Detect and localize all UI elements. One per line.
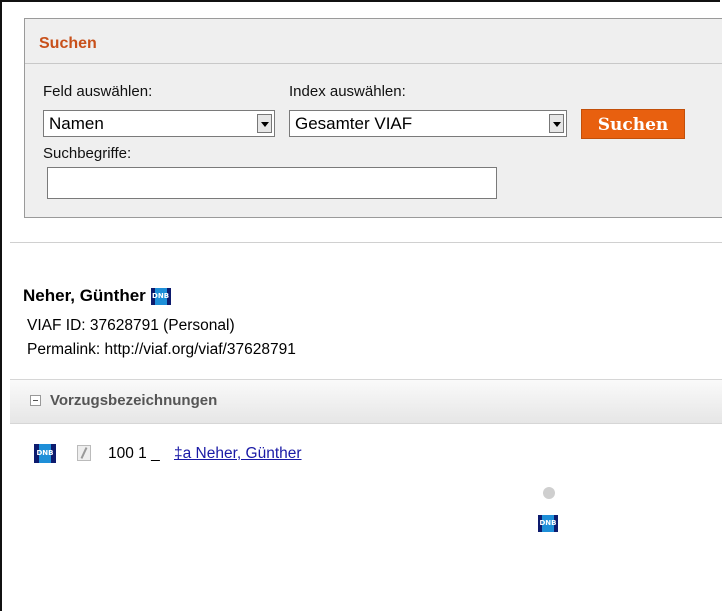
marc-edit-icon[interactable] xyxy=(77,445,91,461)
index-select-label: Index auswählen: xyxy=(289,83,406,100)
content-divider xyxy=(10,242,722,243)
index-select[interactable]: Gesamter VIAF xyxy=(289,110,567,137)
section-title: Vorzugsbezeichnungen xyxy=(50,392,218,409)
record-name: Neher, Günther xyxy=(23,286,146,305)
chevron-down-icon[interactable] xyxy=(549,114,564,133)
preferred-headings-header[interactable]: Vorzugsbezeichnungen xyxy=(10,379,722,424)
index-select-value: Gesamter VIAF xyxy=(295,114,413,133)
field-select-value: Namen xyxy=(49,114,104,133)
permalink-line: Permalink: http://viaf.org/viaf/37628791 xyxy=(27,341,296,358)
search-title: Suchen xyxy=(39,35,97,52)
field-select-label: Feld auswählen: xyxy=(43,83,153,100)
marc-field-tag: 100 1 _ xyxy=(108,445,160,462)
chevron-down-icon[interactable] xyxy=(257,114,272,133)
field-select[interactable]: Namen xyxy=(43,110,275,137)
dnb-icon[interactable] xyxy=(538,515,558,532)
viaf-id-line: VIAF ID: 37628791 (Personal) xyxy=(27,317,235,334)
search-panel: Suchen Feld auswählen: Namen Index auswä… xyxy=(24,18,722,218)
dnb-icon[interactable] xyxy=(34,444,56,463)
search-divider xyxy=(25,63,722,64)
search-button[interactable]: Suchen xyxy=(581,109,685,139)
search-terms-input[interactable] xyxy=(47,167,497,199)
dnb-icon[interactable] xyxy=(150,288,171,306)
status-dot-icon xyxy=(543,487,555,499)
marc-subfield-link[interactable]: ‡a Neher, Günther xyxy=(174,445,302,463)
record-heading: Neher, Günther xyxy=(23,286,171,306)
collapse-icon[interactable] xyxy=(30,395,41,406)
search-terms-label: Suchbegriffe: xyxy=(43,145,132,162)
